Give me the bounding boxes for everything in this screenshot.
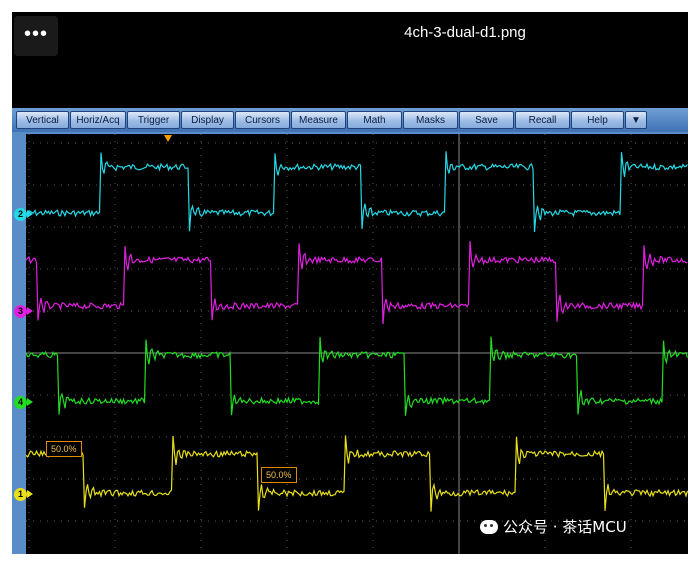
menu-help-button[interactable]: Help [571,111,624,129]
channel-2-arrow-icon [27,210,33,218]
channel-3-arrow-icon [27,307,33,315]
waveform-display[interactable] [26,134,688,554]
channel-1-trace [26,435,688,512]
oscilloscope-window: Vertical Horiz/Acq Trigger Display Curso… [12,108,688,554]
wechat-icon [480,520,498,534]
channel-2-trace [26,151,688,233]
menu-trigger-button[interactable]: Trigger [127,111,180,129]
menu-recall-button[interactable]: Recall [515,111,570,129]
channel-4-arrow-icon [27,398,33,406]
channel-4-trace [26,336,688,416]
file-title: 4ch-3-dual-d1.png [404,24,526,41]
menu-expand-dropdown-button[interactable]: ▼ [625,111,647,129]
menu-math-button[interactable]: Math [347,111,402,129]
menu-display-button[interactable]: Display [181,111,234,129]
trigger-position-marker[interactable] [164,135,172,142]
menu-masks-button[interactable]: Masks [403,111,458,129]
trigger-level-label: 50.0% [46,441,82,457]
channel-3-marker[interactable]: 3 [14,305,27,318]
channel-1-marker[interactable]: 1 [14,488,27,501]
channel-1-arrow-icon [27,490,33,498]
watermark: 公众号 · 茶话MCU [480,516,627,537]
viewer-titlebar: ••• 4ch-3-dual-d1.png [12,12,688,108]
menu-horiz-acq-button[interactable]: Horiz/Acq [70,111,126,129]
watermark-text: 公众号 · 茶话MCU [503,518,627,536]
channel-4-marker[interactable]: 4 [14,396,27,409]
waveform-traces [26,151,688,512]
channel-2-marker[interactable]: 2 [14,208,27,221]
trigger-level-label: 50.0% [261,467,297,483]
image-viewer-window: ••• 4ch-3-dual-d1.png Vertical Horiz/Acq… [0,0,696,566]
menu-cursors-button[interactable]: Cursors [235,111,290,129]
channel-3-trace [26,241,688,325]
menu-vertical-button[interactable]: Vertical [16,111,69,129]
menu-measure-button[interactable]: Measure [291,111,346,129]
menu-save-button[interactable]: Save [459,111,514,129]
scope-menu-bar: Vertical Horiz/Acq Trigger Display Curso… [12,108,688,132]
